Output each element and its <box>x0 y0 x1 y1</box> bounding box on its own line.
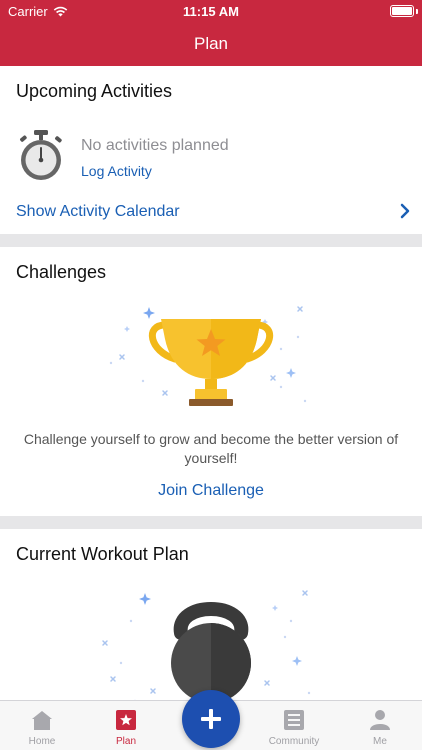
tab-label-community: Community <box>268 736 320 747</box>
workout-plan-title: Current Workout Plan <box>16 544 189 564</box>
log-activity-link[interactable]: Log Activity <box>81 163 152 179</box>
tab-home[interactable]: Home <box>0 701 84 750</box>
star-icon <box>116 710 136 730</box>
tab-label-home: Home <box>28 736 56 747</box>
tab-label-me: Me <box>373 736 387 747</box>
battery-icon <box>390 5 414 17</box>
tab-label-plan: Plan <box>115 736 136 747</box>
challenge-description: Challenge yourself to grow and become th… <box>23 431 399 466</box>
newspaper-icon <box>284 710 304 730</box>
no-activities-text: No activities planned <box>81 137 229 154</box>
app-header: Carrier 11:15 AM Plan <box>0 0 422 66</box>
page-title: Plan <box>193 34 229 53</box>
join-challenge-link[interactable]: Join Challenge <box>0 482 422 500</box>
add-button[interactable] <box>182 690 240 748</box>
kettlebell-icon <box>102 590 311 703</box>
trophy-icon <box>109 306 307 406</box>
challenges-card: Challenges Challenge yourself to grow an… <box>0 247 422 516</box>
tab-community[interactable]: Community <box>252 701 336 750</box>
status-time: 11:15 AM <box>183 4 239 19</box>
workout-plan-card: Current Workout Plan <box>0 529 422 704</box>
challenges-title: Challenges <box>16 262 107 282</box>
home-icon <box>32 711 52 730</box>
tab-me[interactable]: Me <box>338 701 422 750</box>
upcoming-activities-title: Upcoming Activities <box>16 81 173 101</box>
tab-plan[interactable]: Plan <box>84 701 168 750</box>
person-icon <box>370 710 390 730</box>
stopwatch-icon <box>20 130 62 180</box>
upcoming-activities-card: Upcoming Activities No activities planne… <box>0 66 422 234</box>
show-activity-calendar-link[interactable]: Show Activity Calendar <box>16 203 180 221</box>
chevron-right-icon[interactable] <box>400 203 410 219</box>
plus-icon <box>201 709 221 729</box>
